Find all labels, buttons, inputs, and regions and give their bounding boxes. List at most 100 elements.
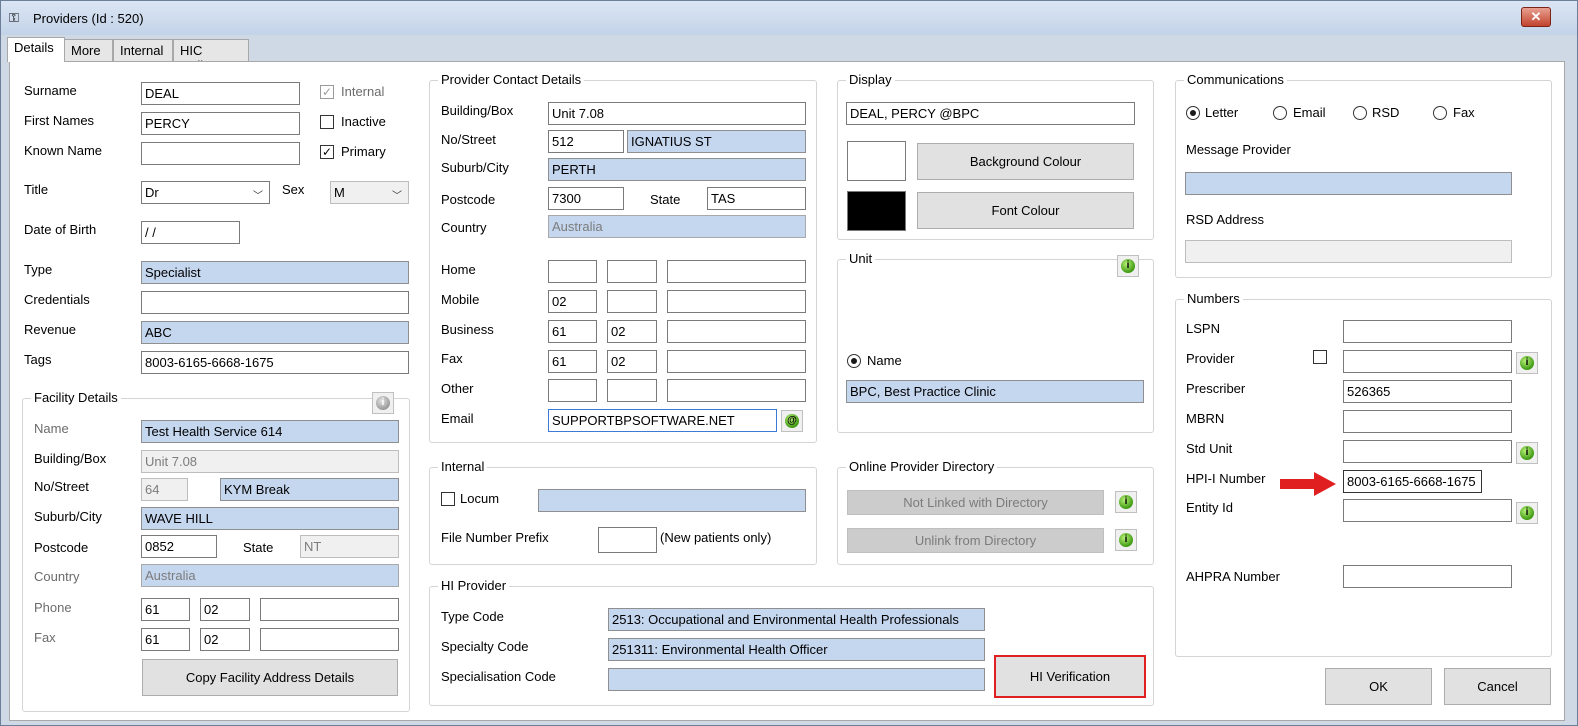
entity-id-input[interactable] <box>1343 499 1512 522</box>
directory-link-info-button[interactable]: i <box>1115 491 1137 513</box>
inactive-checkbox[interactable] <box>320 115 334 129</box>
surname-input[interactable]: DEAL <box>141 82 300 105</box>
mbrn-input[interactable] <box>1343 410 1512 433</box>
display-name-input[interactable]: DEAL, PERCY @BPC <box>846 102 1135 125</box>
unit-info-button[interactable]: i <box>1117 255 1139 277</box>
std-unit-info-button[interactable]: i <box>1516 442 1538 464</box>
specialty-code-input[interactable]: 251311: Environmental Health Officer <box>608 638 985 661</box>
other-label: Other <box>441 381 474 396</box>
credentials-input[interactable] <box>141 291 409 314</box>
mobile-country-input[interactable]: 02 <box>548 290 597 313</box>
primary-checkbox[interactable]: ✓ <box>320 145 334 159</box>
first-names-input[interactable]: PERCY <box>141 112 300 135</box>
directory-unlink-info-button[interactable]: i <box>1115 529 1137 551</box>
facility-suburb-input[interactable]: WAVE HILL <box>141 507 399 530</box>
provider-number-input[interactable] <box>1343 350 1512 373</box>
title-select[interactable]: Dr ﹀ <box>141 181 270 204</box>
contact-suburb-input[interactable]: PERTH <box>548 158 806 181</box>
tags-input[interactable]: 8003-6165-6668-1675 <box>141 351 409 374</box>
std-unit-input[interactable] <box>1343 440 1512 463</box>
known-name-input[interactable] <box>141 142 300 165</box>
font-colour-button[interactable]: Font Colour <box>917 192 1134 229</box>
home-number-input[interactable] <box>667 260 806 283</box>
contact-fax-country-input[interactable]: 61 <box>548 350 597 373</box>
contact-fax-number-input[interactable] <box>667 350 806 373</box>
tab-more[interactable]: More <box>64 39 113 61</box>
tab-details[interactable]: Details <box>7 37 65 62</box>
internal-checkbox[interactable]: ✓ <box>320 85 334 99</box>
facility-phone-area-input[interactable]: 02 <box>200 598 250 621</box>
email-radio[interactable] <box>1273 106 1287 120</box>
contact-building-input[interactable]: Unit 7.08 <box>548 102 806 125</box>
contact-fax-area-input[interactable]: 02 <box>607 350 657 373</box>
tab-internal[interactable]: Internal <box>113 39 173 61</box>
facility-phone-number-input[interactable] <box>260 598 399 621</box>
title-bar: ⚿ Providers (Id : 520) ✕ <box>1 1 1577 35</box>
ok-button[interactable]: OK <box>1325 668 1432 705</box>
lspn-input[interactable] <box>1343 320 1512 343</box>
contact-postcode-input[interactable]: 7300 <box>548 187 624 210</box>
facility-name-input[interactable]: Test Health Service 614 <box>141 420 399 443</box>
hi-verification-button[interactable]: HI Verification <box>994 655 1146 698</box>
cancel-button[interactable]: Cancel <box>1444 668 1551 705</box>
type-input[interactable]: Specialist <box>141 261 409 284</box>
business-area-input[interactable]: 02 <box>607 320 657 343</box>
contact-street-no-input[interactable]: 512 <box>548 130 624 153</box>
fax-radio[interactable] <box>1433 106 1447 120</box>
letter-radio[interactable] <box>1186 106 1200 120</box>
business-number-input[interactable] <box>667 320 806 343</box>
tab-hic-online[interactable]: HIC Online <box>173 39 249 73</box>
contact-street-name-input[interactable]: IGNATIUS ST <box>627 130 806 153</box>
file-prefix-input[interactable] <box>598 527 657 553</box>
close-button[interactable]: ✕ <box>1521 7 1551 27</box>
facility-street-name-input[interactable]: KYM Break <box>220 478 399 501</box>
message-provider-input[interactable] <box>1185 172 1512 195</box>
hpii-number-input[interactable]: 8003-6165-6668-1675 <box>1343 470 1482 493</box>
other-area-input[interactable] <box>607 379 657 402</box>
background-colour-button[interactable]: Background Colour <box>917 143 1134 180</box>
locum-input[interactable] <box>538 489 806 512</box>
send-email-button[interactable]: @ <box>781 410 803 432</box>
facility-fax-area-input[interactable]: 02 <box>200 628 250 651</box>
email-input[interactable]: SUPPORTBPSOFTWARE.NET <box>548 409 777 432</box>
not-linked-directory-button[interactable]: Not Linked with Directory <box>847 490 1104 515</box>
specialisation-code-input[interactable] <box>608 668 985 691</box>
contact-country-input[interactable]: Australia <box>548 215 806 238</box>
facility-phone-country-input[interactable]: 61 <box>141 598 190 621</box>
entity-info-button[interactable]: i <box>1516 502 1538 524</box>
business-country-input[interactable]: 61 <box>548 320 597 343</box>
facility-fax-label: Fax <box>34 630 56 645</box>
revenue-input[interactable]: ABC <box>141 321 409 344</box>
mobile-number-input[interactable] <box>667 290 806 313</box>
info-icon: i <box>1520 446 1534 460</box>
facility-fax-number-input[interactable] <box>260 628 399 651</box>
mobile-area-input[interactable] <box>607 290 657 313</box>
other-number-input[interactable] <box>667 379 806 402</box>
sex-value: M <box>334 185 345 200</box>
rsd-radio[interactable] <box>1353 106 1367 120</box>
unlink-directory-button[interactable]: Unlink from Directory <box>847 528 1104 553</box>
provider-info-button[interactable]: i <box>1516 352 1538 374</box>
sex-select[interactable]: M ﹀ <box>330 181 409 204</box>
contact-state-input[interactable]: TAS <box>707 187 806 210</box>
home-country-input[interactable] <box>548 260 597 283</box>
dob-input[interactable]: / / <box>141 221 240 244</box>
locum-checkbox[interactable] <box>441 492 455 506</box>
provider-checkbox[interactable] <box>1313 350 1327 364</box>
facility-fax-country-input[interactable]: 61 <box>141 628 190 651</box>
unit-name-input[interactable]: BPC, Best Practice Clinic <box>846 380 1144 403</box>
facility-building-input[interactable]: Unit 7.08 <box>141 450 399 473</box>
facility-postcode-input[interactable]: 0852 <box>141 535 217 558</box>
type-code-input[interactable]: 2513: Occupational and Environmental Hea… <box>608 608 985 631</box>
home-area-input[interactable] <box>607 260 657 283</box>
ahpra-input[interactable] <box>1343 565 1512 588</box>
rsd-address-input[interactable] <box>1185 240 1512 263</box>
copy-facility-address-button[interactable]: Copy Facility Address Details <box>142 659 398 696</box>
unit-name-radio[interactable] <box>847 354 861 368</box>
facility-info-button[interactable]: i <box>372 392 394 414</box>
facility-country-input[interactable]: Australia <box>141 564 399 587</box>
prescriber-input[interactable]: 526365 <box>1343 380 1512 403</box>
facility-state-input[interactable]: NT <box>300 535 399 558</box>
facility-street-no-input[interactable]: 64 <box>141 478 188 501</box>
other-country-input[interactable] <box>548 379 597 402</box>
